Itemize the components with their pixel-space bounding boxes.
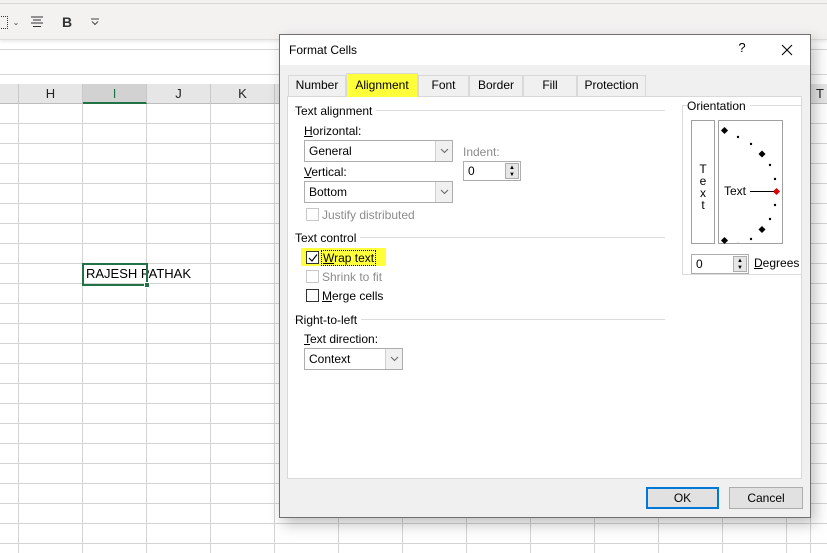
- dialog-title: Format Cells: [289, 43, 358, 57]
- right-to-left-group-label: Right-to-left: [295, 313, 362, 327]
- gridline: [0, 543, 827, 544]
- wrap-text-text: rap text: [334, 251, 375, 265]
- text-direction-value: Context: [309, 352, 351, 366]
- dial-dot: [768, 217, 772, 221]
- fill-handle[interactable]: [144, 282, 150, 288]
- column-header-t[interactable]: T: [810, 84, 827, 104]
- dial-marker-0-selected: [772, 187, 781, 196]
- degrees-text: egrees: [762, 256, 800, 270]
- help-button[interactable]: ?: [734, 40, 750, 60]
- column-header-k[interactable]: K: [211, 84, 275, 104]
- justify-distributed-checkbox[interactable]: [306, 208, 319, 221]
- tab-fill[interactable]: Fill: [523, 75, 577, 96]
- shrink-to-fit-checkbox[interactable]: [306, 270, 319, 283]
- dial-dot: [749, 237, 753, 241]
- cancel-button[interactable]: Cancel: [729, 487, 803, 509]
- tab-alignment[interactable]: Alignment: [346, 73, 418, 97]
- more-options-icon[interactable]: [88, 12, 102, 32]
- gridline: [146, 104, 147, 553]
- gridline: [274, 104, 275, 553]
- gridline: [210, 104, 211, 553]
- horizontal-select-value: General: [309, 144, 352, 158]
- spinner-arrows-icon[interactable]: ▲ ▼: [733, 256, 747, 272]
- orientation-group-label: Orientation: [687, 99, 750, 113]
- tab-font[interactable]: Font: [418, 75, 469, 96]
- vertical-text-char: t: [701, 198, 705, 212]
- column-header-j[interactable]: J: [147, 84, 211, 104]
- tab-protection[interactable]: Protection: [577, 75, 646, 96]
- dial-dot: [749, 142, 753, 146]
- vertical-select-value: Bottom: [309, 185, 348, 199]
- checkmark-icon: [308, 254, 318, 262]
- chevron-down-icon[interactable]: ⌄: [12, 12, 20, 32]
- degrees-label: Degrees: [754, 256, 799, 270]
- dial-dot: [773, 177, 777, 181]
- ok-button[interactable]: OK: [646, 487, 719, 509]
- dial-dot: [768, 163, 772, 167]
- degrees-mnemonic: D: [754, 256, 763, 270]
- dial-marker-45: [758, 150, 766, 158]
- close-button[interactable]: [777, 39, 797, 61]
- dial-dot: [773, 203, 777, 207]
- text-direction-label: Text direction:: [304, 332, 378, 346]
- indent-label: Indent:: [463, 145, 500, 159]
- horizontal-label-mnemonic: H: [304, 124, 313, 138]
- column-header-g[interactable]: [0, 84, 19, 104]
- horizontal-label-text: orizontal:: [312, 124, 362, 138]
- vertical-label-text: ertical:: [311, 165, 347, 179]
- chevron-down-icon[interactable]: [435, 141, 452, 161]
- indent-value: 0: [468, 164, 475, 178]
- gridline: [0, 523, 827, 524]
- tab-border[interactable]: Border: [469, 75, 523, 96]
- wrap-text-label[interactable]: Wrap text: [320, 250, 377, 266]
- merge-cells-label: Merge cells: [322, 289, 383, 303]
- dial-dot: [736, 135, 740, 139]
- wrap-text-checkbox[interactable]: [306, 251, 319, 264]
- text-direction-select[interactable]: Context: [304, 348, 403, 370]
- dialog-titlebar[interactable]: Format Cells ?: [280, 35, 810, 65]
- excel-window: ⌄ B H I J K T RAJESH PATHAK Format Cells…: [0, 0, 827, 553]
- text-direction-text: ext direction:: [310, 332, 379, 346]
- indent-spinner[interactable]: 0 ▲ ▼: [463, 161, 521, 181]
- merge-cells-mnemonic: M: [322, 289, 332, 303]
- vertical-select[interactable]: Bottom: [304, 181, 453, 203]
- vertical-label: Vertical:: [304, 165, 347, 179]
- merge-cells-checkbox[interactable]: [306, 289, 319, 302]
- borders-icon[interactable]: [0, 12, 8, 32]
- chevron-down-icon[interactable]: [435, 182, 452, 202]
- orientation-dial[interactable]: Text: [718, 120, 783, 245]
- tab-number[interactable]: Number: [288, 75, 346, 96]
- merge-cells-text: erge cells: [332, 289, 384, 303]
- gridline: [18, 104, 19, 553]
- active-cell-selection[interactable]: [82, 263, 148, 286]
- horizontal-label: Horizontal:: [304, 124, 361, 138]
- column-header-h[interactable]: H: [19, 84, 83, 104]
- shrink-to-fit-label: Shrink to fit: [322, 270, 383, 284]
- vertical-text-button[interactable]: T e x t: [691, 120, 715, 244]
- close-icon: [781, 44, 793, 56]
- dial-marker-neg45: [758, 225, 766, 234]
- dial-text: Text: [724, 184, 747, 198]
- bold-button[interactable]: B: [58, 12, 76, 32]
- horizontal-select[interactable]: General: [304, 140, 453, 162]
- orientation-group: Orientation T e x t Text 0 ▲ ▼ Degrees: [682, 99, 802, 275]
- degrees-spinner[interactable]: 0 ▲ ▼: [691, 254, 749, 274]
- spinner-arrows-icon[interactable]: ▲ ▼: [505, 163, 519, 179]
- text-alignment-group-label: Text alignment: [295, 104, 377, 118]
- column-header-i[interactable]: I: [83, 84, 147, 104]
- text-control-group-label: Text control: [295, 231, 361, 245]
- format-cells-dialog: Format Cells ? Number Alignment Font Bor…: [279, 34, 811, 518]
- orientation-dial-graphic: [720, 126, 781, 243]
- degrees-value: 0: [696, 257, 703, 271]
- wrap-text-mnemonic: W: [323, 251, 335, 265]
- justify-distributed-label: Justify distributed: [322, 208, 415, 222]
- align-center-icon[interactable]: [28, 12, 46, 32]
- dial-marker-90: [720, 126, 729, 135]
- alignment-panel: Text alignment Horizontal: General Inden…: [287, 96, 802, 479]
- chevron-down-icon[interactable]: [385, 349, 402, 369]
- gridline: [82, 104, 83, 553]
